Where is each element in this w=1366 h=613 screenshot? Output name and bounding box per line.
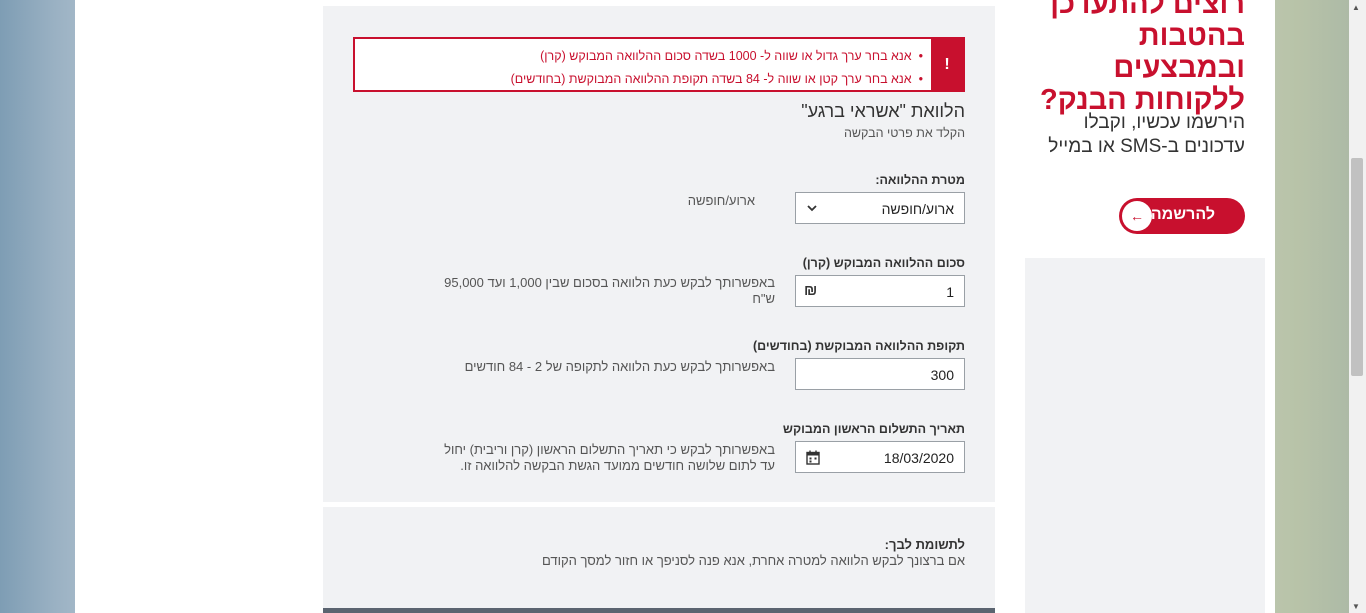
notice-title: לתשומת לבך:	[884, 537, 965, 552]
chevron-down-icon	[806, 201, 818, 220]
first-payment-help: באפשרותך לבקש כי תאריך התשלום הראשון (קר…	[444, 442, 775, 473]
calendar-icon[interactable]	[806, 450, 820, 470]
amount-input[interactable]: 1 ₪	[795, 275, 965, 307]
period-help: באפשרותך לבקש כעת הלוואה לתקופה של 2 - 8…	[464, 359, 775, 374]
promo-subtext: הירשמו עכשיו, וקבלו עדכונים ב-SMS או במי…	[1048, 111, 1245, 159]
amount-help: באפשרותך לבקש כעת הלוואה בסכום שבין 1,00…	[444, 275, 775, 306]
form-card-notch	[898, 0, 914, 6]
error-alert-icon: !	[931, 39, 963, 90]
error-list: אנא בחר ערך גדול או שווה ל- 1000 בשדה סכ…	[511, 45, 923, 91]
scroll-up-icon[interactable]: ▲	[1352, 3, 1360, 12]
scrollbar-thumb[interactable]	[1351, 158, 1363, 376]
error-item-amount: אנא בחר ערך גדול או שווה ל- 1000 בשדה סכ…	[511, 45, 923, 68]
period-input[interactable]: 300	[795, 358, 965, 390]
purpose-select[interactable]: ארוע/חופשה	[795, 192, 965, 224]
ad-placeholder-panel	[1025, 258, 1265, 613]
register-button[interactable]: להרשמה ←	[1119, 198, 1245, 234]
first-payment-label: תאריך התשלום הראשון המבוקש	[782, 422, 965, 436]
error-summary: ! אנא בחר ערך גדול או שווה ל- 1000 בשדה …	[353, 37, 965, 92]
arrow-left-icon: ←	[1122, 201, 1152, 231]
scroll-down-icon[interactable]: ▼	[1352, 602, 1360, 611]
page-title: הלוואת "אשראי ברגע"	[801, 101, 965, 121]
error-item-period: אנא בחר ערך קטן או שווה ל- 84 בשדה תקופת…	[511, 68, 923, 91]
promo-headline-line: בהטבות	[1138, 20, 1245, 52]
promo-headline-line: ובמבצעים	[1113, 52, 1245, 84]
purpose-help: ארוע/חופשה	[687, 193, 755, 208]
shekel-icon: ₪	[804, 282, 818, 299]
promo-subtext-line: הירשמו עכשיו, וקבלו	[1083, 112, 1245, 133]
footer-bar	[323, 608, 995, 613]
purpose-selected-value: ארוע/חופשה	[881, 201, 954, 217]
first-payment-value: 18/03/2020	[883, 450, 954, 466]
amount-value: 1	[946, 284, 954, 300]
notice-text: אם ברצונך לבקש הלוואה למטרה אחרת, אנא פנ…	[541, 553, 965, 568]
promo-subtext-line: עדכונים ב-SMS או במייל	[1048, 136, 1245, 157]
page-subtitle: הקלד את פרטי הבקשה	[843, 126, 965, 140]
first-payment-date-input[interactable]: 18/03/2020	[795, 441, 965, 473]
period-label: תקופת ההלוואה המבוקשת (בחודשים)	[753, 339, 965, 353]
amount-label: סכום ההלוואה המבוקש (קרן)	[802, 256, 965, 270]
period-value: 300	[930, 367, 954, 383]
promo-headline-line: רוצים להתעדכן	[1050, 0, 1245, 20]
purpose-label: מטרת ההלוואה:	[875, 173, 965, 187]
register-button-label: להרשמה	[1150, 206, 1215, 223]
promo-headline: רוצים להתעדכן בהטבות ובמבצעים ללקוחות הב…	[1040, 0, 1245, 116]
